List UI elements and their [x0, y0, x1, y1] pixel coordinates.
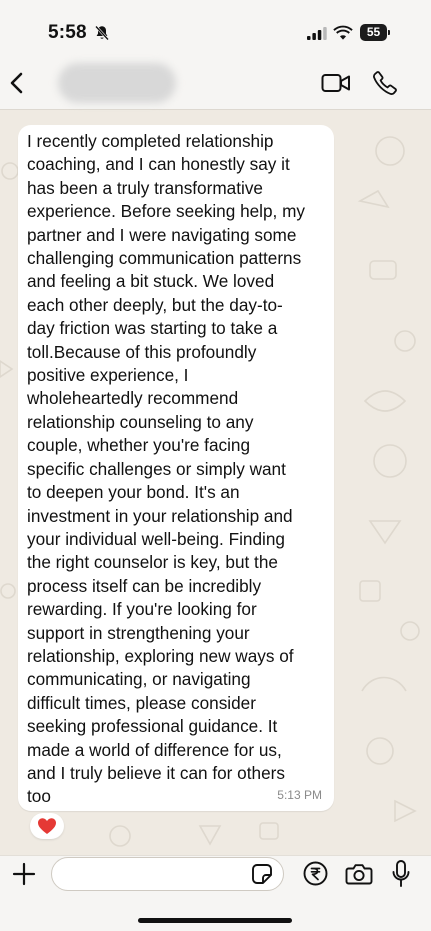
microphone-icon[interactable] [391, 859, 411, 889]
message-text: I recently completed relationship coachi… [27, 131, 306, 807]
chat-header [0, 62, 431, 110]
cellular-signal-icon [307, 27, 327, 40]
chevron-left-icon[interactable] [6, 68, 28, 98]
message-input[interactable] [51, 857, 284, 891]
message-reaction[interactable] [30, 813, 64, 839]
home-indicator [138, 918, 292, 923]
camera-icon[interactable] [345, 862, 373, 886]
message-bubble[interactable]: I recently completed relationship coachi… [18, 125, 334, 811]
battery-icon: 55 [360, 24, 390, 41]
bell-slash-icon [95, 25, 109, 41]
message-composer [0, 855, 431, 931]
video-call-icon[interactable] [321, 72, 351, 94]
contact-name[interactable] [58, 63, 176, 103]
status-time: 5:58 [48, 22, 87, 43]
chat-area[interactable]: I recently completed relationship coachi… [0, 111, 431, 855]
phone-icon[interactable] [372, 70, 398, 96]
message-timestamp: 5:13 PM [277, 788, 322, 802]
rupee-payment-icon[interactable] [303, 861, 328, 886]
wifi-icon [333, 25, 353, 40]
status-bar: 5:58 55 [0, 0, 431, 62]
heart-icon [38, 818, 56, 834]
sticker-icon[interactable] [251, 863, 273, 885]
plus-icon[interactable] [12, 862, 36, 886]
